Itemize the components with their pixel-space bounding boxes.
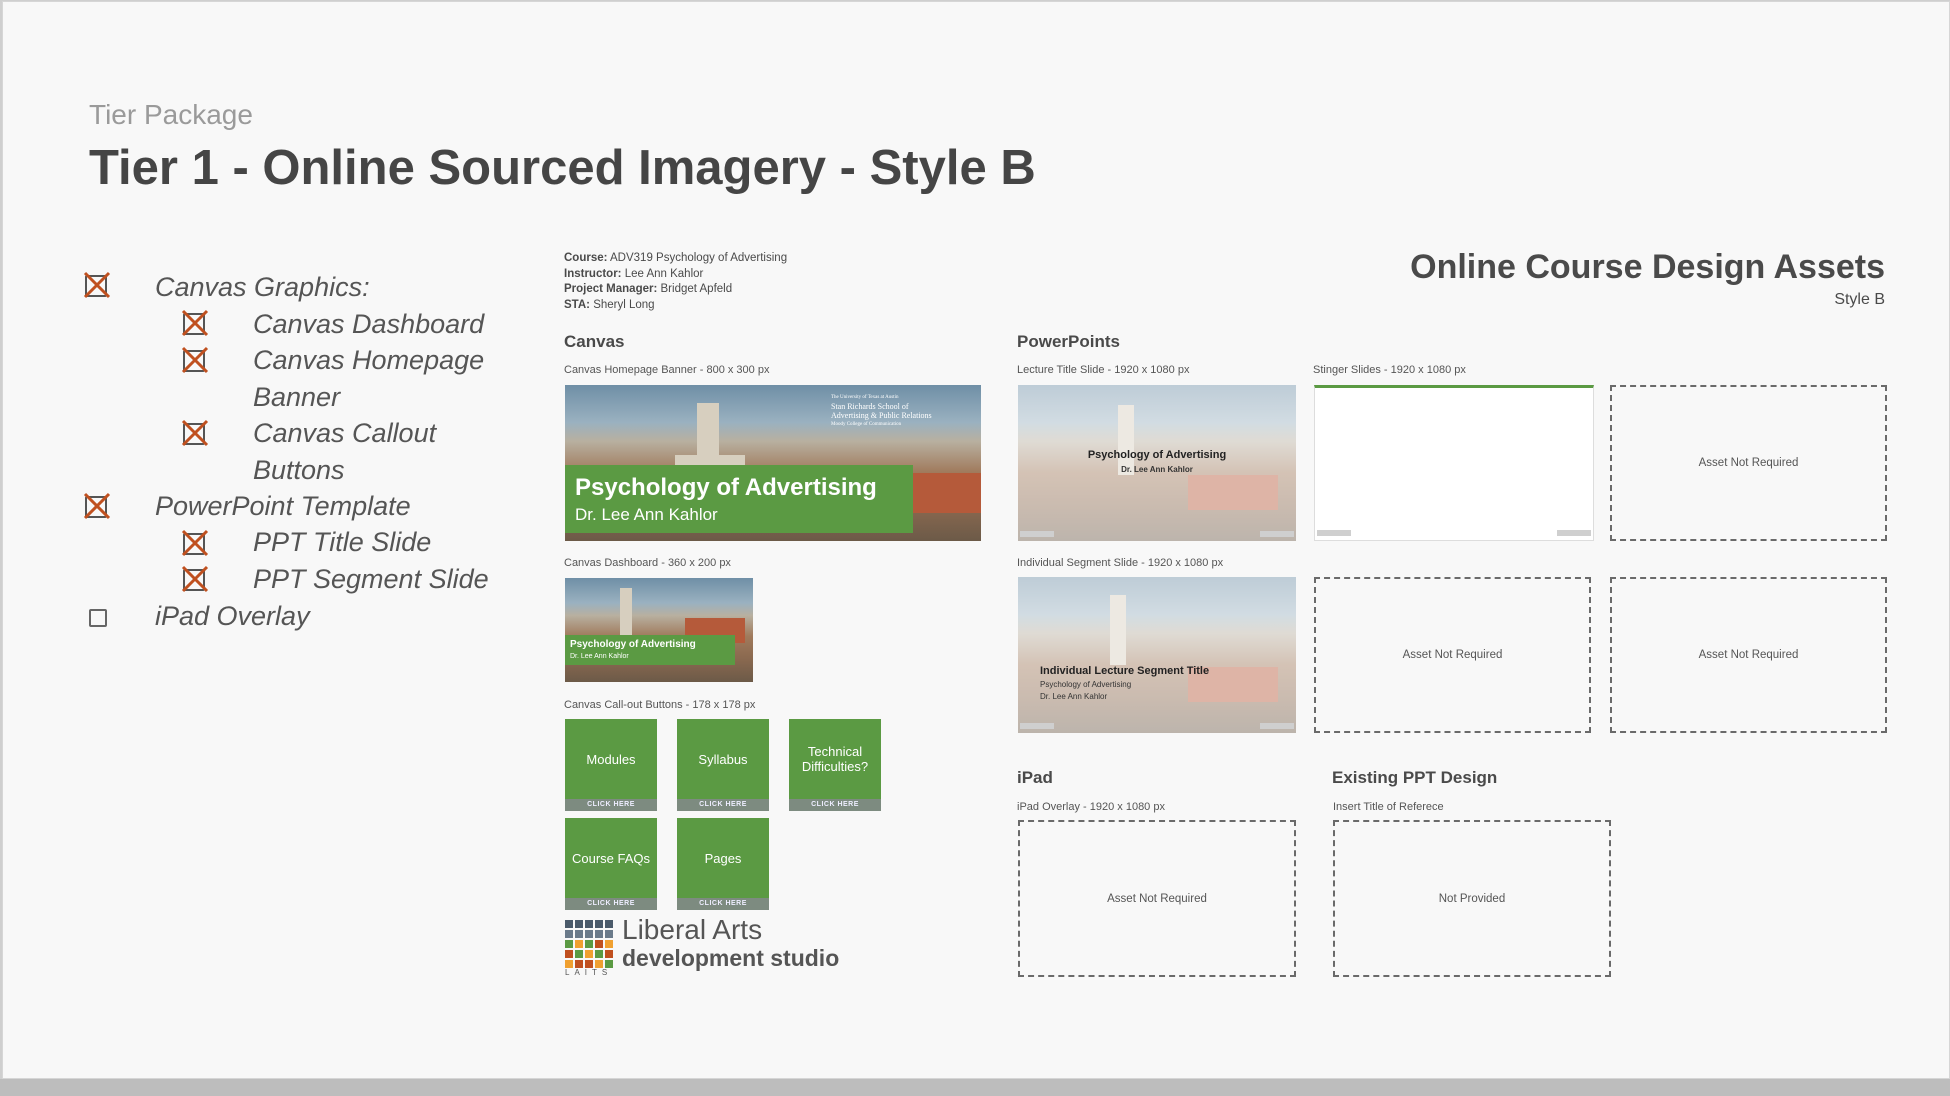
checklist-item: Canvas Homepage — [253, 345, 485, 375]
checkbox-checked-icon[interactable] — [83, 492, 111, 520]
checklist-item: Canvas Graphics: — [155, 272, 370, 302]
bottom-bar — [0, 1079, 1950, 1096]
checkbox-checked-icon[interactable] — [181, 419, 209, 447]
dashboard-title-bar: Psychology of Advertising Dr. Lee Ann Ka… — [565, 635, 735, 665]
banner-label: Canvas Homepage Banner - 800 x 300 px — [564, 364, 770, 376]
checkbox-unchecked-icon[interactable] — [87, 603, 115, 629]
title-slide-label: Lecture Title Slide - 1920 x 1080 px — [1017, 364, 1190, 376]
checklist-item-cont: Buttons — [253, 455, 345, 485]
existing-placeholder: Not Provided — [1333, 820, 1611, 977]
instructor-line: Instructor: Lee Ann Kahlor — [564, 268, 704, 280]
banner-title-bar: Psychology of Advertising Dr. Lee Ann Ka… — [565, 465, 913, 533]
school-logo: The University of Texas at Austin Stan R… — [831, 395, 932, 427]
ipad-placeholder: Asset Not Required — [1018, 820, 1296, 977]
logo-line2: development studio — [622, 945, 840, 971]
course-line: Course: ADV319 Psychology of Advertising — [564, 252, 788, 264]
segment-slide-preview: Individual Lecture Segment Title Psychol… — [1018, 577, 1296, 733]
buttons-label: Canvas Call-out Buttons - 178 x 178 px — [564, 699, 756, 711]
checklist-item: Canvas Dashboard — [253, 309, 485, 339]
checklist-item: iPad Overlay — [155, 601, 310, 631]
callout-button-technical[interactable]: Technical Difficulties? CLICK HERE — [789, 719, 881, 811]
callout-button-pages[interactable]: Pages CLICK HERE — [677, 818, 769, 910]
stinger-label: Stinger Slides - 1920 x 1080 px — [1313, 364, 1466, 376]
stinger-slide-preview — [1314, 385, 1594, 541]
asset-not-required-3: Asset Not Required — [1610, 577, 1887, 733]
ipad-label: iPad Overlay - 1920 x 1080 px — [1017, 801, 1165, 813]
asset-not-required-1: Asset Not Required — [1610, 385, 1887, 541]
slide: Tier Package Tier 1 - Online Sourced Ima… — [2, 1, 1950, 1079]
powerpoints-section-title: PowerPoints — [1017, 332, 1120, 351]
slide-footer — [1020, 529, 1294, 539]
logo-line1: Liberal Arts — [622, 914, 763, 945]
slide-footer — [1317, 528, 1591, 538]
checklist-item: Canvas Callout — [253, 418, 437, 448]
segment-slide-label: Individual Segment Slide - 1920 x 1080 p… — [1017, 557, 1224, 569]
assets-style: Style B — [1834, 291, 1885, 308]
callout-button-faqs[interactable]: Course FAQs CLICK HERE — [565, 818, 657, 910]
checklist-item-cont: Banner — [253, 382, 341, 412]
checkbox-checked-icon[interactable] — [181, 529, 209, 557]
sta-line: STA: Sheryl Long — [564, 299, 655, 311]
existing-label: Insert Title of Referece — [1333, 801, 1444, 813]
dashboard-label: Canvas Dashboard - 360 x 200 px — [564, 557, 731, 569]
checkbox-checked-icon[interactable] — [181, 565, 209, 593]
eyebrow-label: Tier Package — [89, 99, 253, 130]
pm-line: Project Manager: Bridget Apfeld — [564, 283, 733, 295]
checkbox-checked-icon[interactable] — [181, 346, 209, 374]
title-slide-preview: Psychology of Advertising Dr. Lee Ann Ka… — [1018, 385, 1296, 541]
existing-section-title: Existing PPT Design — [1332, 768, 1498, 787]
slide-footer — [1020, 721, 1294, 731]
canvas-homepage-banner: The University of Texas at Austin Stan R… — [565, 385, 981, 541]
assets-title: Online Course Design Assets — [1410, 248, 1885, 286]
asset-not-required-2: Asset Not Required — [1314, 577, 1591, 733]
checkbox-checked-icon[interactable] — [83, 271, 111, 299]
checklist-item: PowerPoint Template — [155, 491, 411, 521]
callout-button-syllabus[interactable]: Syllabus CLICK HERE — [677, 719, 769, 811]
callout-button-modules[interactable]: Modules CLICK HERE — [565, 719, 657, 811]
ipad-section-title: iPad — [1017, 768, 1053, 787]
canvas-section-title: Canvas — [564, 332, 625, 351]
checklist-item: PPT Title Slide — [253, 527, 432, 557]
page-title: Tier 1 - Online Sourced Imagery - Style … — [89, 141, 1036, 195]
canvas-dashboard-image: Psychology of Advertising Dr. Lee Ann Ka… — [565, 578, 753, 682]
checkbox-checked-icon[interactable] — [181, 309, 209, 337]
checklist-item: PPT Segment Slide — [253, 564, 489, 594]
laits-logo-mark: LAITS — [565, 920, 617, 978]
